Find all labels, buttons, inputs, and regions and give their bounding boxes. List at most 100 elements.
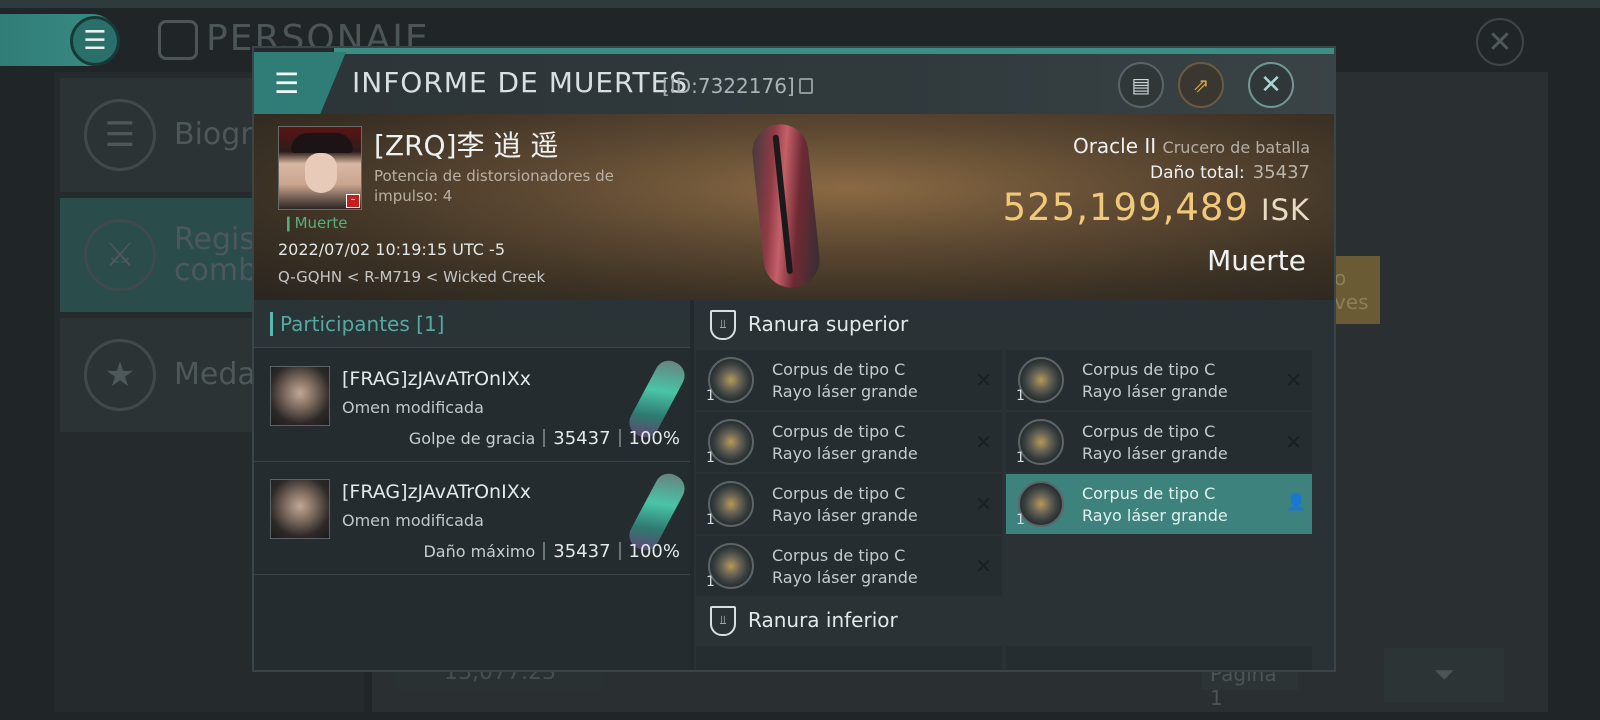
module-name-line1: Corpus de tipo C — [1082, 422, 1216, 441]
participant-name[interactable]: [FRAG]zJAvATrOnIXx — [342, 481, 531, 503]
module-quantity: 1 — [1016, 450, 1025, 466]
module-quantity: 1 — [706, 512, 715, 528]
total-damage-value: 35437 — [1252, 162, 1310, 183]
participant-row[interactable]: [FRAG]zJAvATrOnIXx Omen modificada Golpe… — [254, 350, 690, 462]
module-slot[interactable]: 1 Corpus de tipo C Rayo láser grande ✕ — [1006, 350, 1312, 410]
module-name-line2: Rayo láser grande — [772, 444, 918, 463]
participants-label: Participantes — [280, 312, 410, 336]
participant-percent: 100% — [628, 428, 680, 449]
crossed-swords-icon: ⚔ — [84, 219, 156, 291]
participants-header: Participantes [1] — [254, 300, 690, 348]
module-name-line2: Rayo láser grande — [1082, 444, 1228, 463]
victim-subtitle: Potencia de distorsionadores de impulso:… — [374, 167, 614, 205]
ship-name[interactable]: Oracle II Crucero de batalla — [1073, 134, 1310, 158]
participant-ship: Omen modificada — [342, 511, 484, 530]
module-slot[interactable]: 1 Corpus de tipo C Rayo láser grande ✕ — [1006, 412, 1312, 472]
close-icon: ✕ — [1487, 24, 1513, 60]
standing-minus-icon: – — [346, 194, 360, 208]
header-bar — [270, 312, 273, 336]
filter-icon: ⏷ — [1433, 659, 1455, 690]
hamburger-icon: ☰ — [274, 66, 300, 100]
kill-location[interactable]: Q-GQHN < R-M719 < Wicked Creek — [278, 268, 545, 286]
participants-count: [1] — [416, 312, 445, 336]
separator — [543, 429, 546, 447]
participant-damage: 35437 — [553, 541, 611, 562]
isk-value: 525,199,489 ISK — [1003, 186, 1310, 229]
clipboard-button[interactable]: ▤ — [1118, 62, 1164, 108]
separator — [543, 542, 546, 560]
character-icon — [158, 20, 198, 60]
participant-portrait[interactable] — [270, 366, 330, 426]
high-slot-title: Ranura superior — [748, 312, 909, 336]
destroyed-x-icon: ✕ — [1285, 430, 1302, 454]
module-quantity: 1 — [1016, 512, 1025, 528]
ship-image[interactable] — [749, 121, 823, 291]
separator — [618, 429, 621, 447]
module-slot[interactable]: 1 Corpus de tipo C Rayo láser grande ✕ — [696, 536, 1002, 596]
total-damage-label: Daño total: — [1150, 163, 1245, 183]
participant-role: Daño máximo — [423, 542, 536, 561]
destroyed-x-icon: ✕ — [975, 492, 992, 516]
module-name-line1: Corpus de tipo C — [772, 422, 906, 441]
kill-result: Muerte — [1207, 244, 1306, 277]
background-gold-box: o ves — [1330, 256, 1380, 324]
ship-stripe — [772, 134, 794, 275]
person-icon: 👤 — [1286, 492, 1306, 511]
participant-stats: Daño máximo 35437 100% — [423, 541, 680, 562]
module-slot-dropped[interactable]: 1 Corpus de tipo C Rayo láser grande 👤 — [1006, 474, 1312, 534]
copy-icon[interactable] — [798, 78, 813, 94]
module-name-line1: Corpus de tipo C — [772, 546, 906, 565]
star-icon: ★ — [84, 339, 156, 411]
background-close-button[interactable]: ✕ — [1476, 18, 1524, 66]
background-menu-button[interactable]: ☰ — [70, 16, 120, 66]
participants-panel: Participantes [1] [FRAG]zJAvATrOnIXx Ome… — [254, 300, 690, 670]
participant-percent: 100% — [628, 541, 680, 562]
clipboard-icon: ▤ — [1131, 73, 1151, 97]
module-name-line1: Corpus de tipo C — [1082, 484, 1216, 503]
isk-unit: ISK — [1261, 193, 1310, 227]
share-button[interactable]: ⇗ — [1178, 62, 1224, 108]
top-bar — [0, 0, 1600, 8]
module-name-line1: Corpus de tipo C — [772, 360, 906, 379]
module-quantity: 1 — [706, 388, 715, 404]
close-button[interactable]: ✕ — [1248, 62, 1294, 108]
module-slot-partial[interactable] — [1006, 646, 1312, 670]
module-name-line2: Rayo láser grande — [1082, 506, 1228, 525]
portrait-face — [305, 153, 337, 193]
ship-name-text: Oracle II — [1072, 134, 1157, 158]
separator — [618, 542, 621, 560]
destroyed-x-icon: ✕ — [975, 430, 992, 454]
participant-row[interactable]: [FRAG]zJAvATrOnIXx Omen modificada Daño … — [254, 463, 690, 575]
kill-id-text: [ID:7322176] — [662, 74, 795, 98]
death-tag-label: Muerte — [294, 214, 348, 232]
destroyed-x-icon: ✕ — [975, 554, 992, 578]
close-icon: ✕ — [1260, 70, 1282, 100]
victim-banner: – [ZRQ]李 逍 遥 Potencia de distorsionadore… — [254, 114, 1334, 300]
shield-icon: ⫫ — [710, 606, 736, 636]
participant-name[interactable]: [FRAG]zJAvATrOnIXx — [342, 368, 531, 390]
destroyed-x-icon: ✕ — [1285, 368, 1302, 392]
death-tag: ❙Muerte — [282, 214, 348, 232]
victim-name[interactable]: [ZRQ]李 逍 遥 — [374, 124, 558, 164]
module-name-line1: Corpus de tipo C — [1082, 360, 1216, 379]
module-slot[interactable]: 1 Corpus de tipo C Rayo láser grande ✕ — [696, 474, 1002, 534]
module-quantity: 1 — [706, 574, 715, 590]
kill-datetime: 2022/07/02 10:19:15 UTC -5 — [278, 240, 506, 259]
module-slot[interactable]: 1 Corpus de tipo C Rayo láser grande ✕ — [696, 412, 1002, 472]
fitting-panel: ⫫ Ranura superior 1 Corpus de tipo C Ray… — [694, 300, 1334, 670]
filter-button[interactable]: ⏷ — [1384, 648, 1504, 702]
module-quantity: 1 — [1016, 388, 1025, 404]
module-name-line2: Rayo láser grande — [772, 506, 918, 525]
low-slot-header: ⫫ Ranura inferior — [694, 596, 1334, 646]
module-slot[interactable]: 1 Corpus de tipo C Rayo láser grande ✕ — [696, 350, 1002, 410]
high-slot-header: ⫫ Ranura superior — [694, 300, 1334, 350]
ship-class: Crucero de batalla — [1162, 138, 1310, 157]
module-slot-partial[interactable] — [696, 646, 1002, 670]
portrait-cap — [291, 133, 353, 153]
hamburger-icon: ☰ — [83, 26, 107, 56]
killmail-modal: ☰ INFORME DE MUERTES [ID:7322176] ▤ ⇗ ✕ … — [252, 46, 1336, 672]
isk-amount: 525,199,489 — [1002, 186, 1250, 229]
low-slot-title: Ranura inferior — [748, 608, 898, 632]
participant-portrait[interactable] — [270, 479, 330, 539]
list-icon: ☰ — [84, 99, 156, 171]
